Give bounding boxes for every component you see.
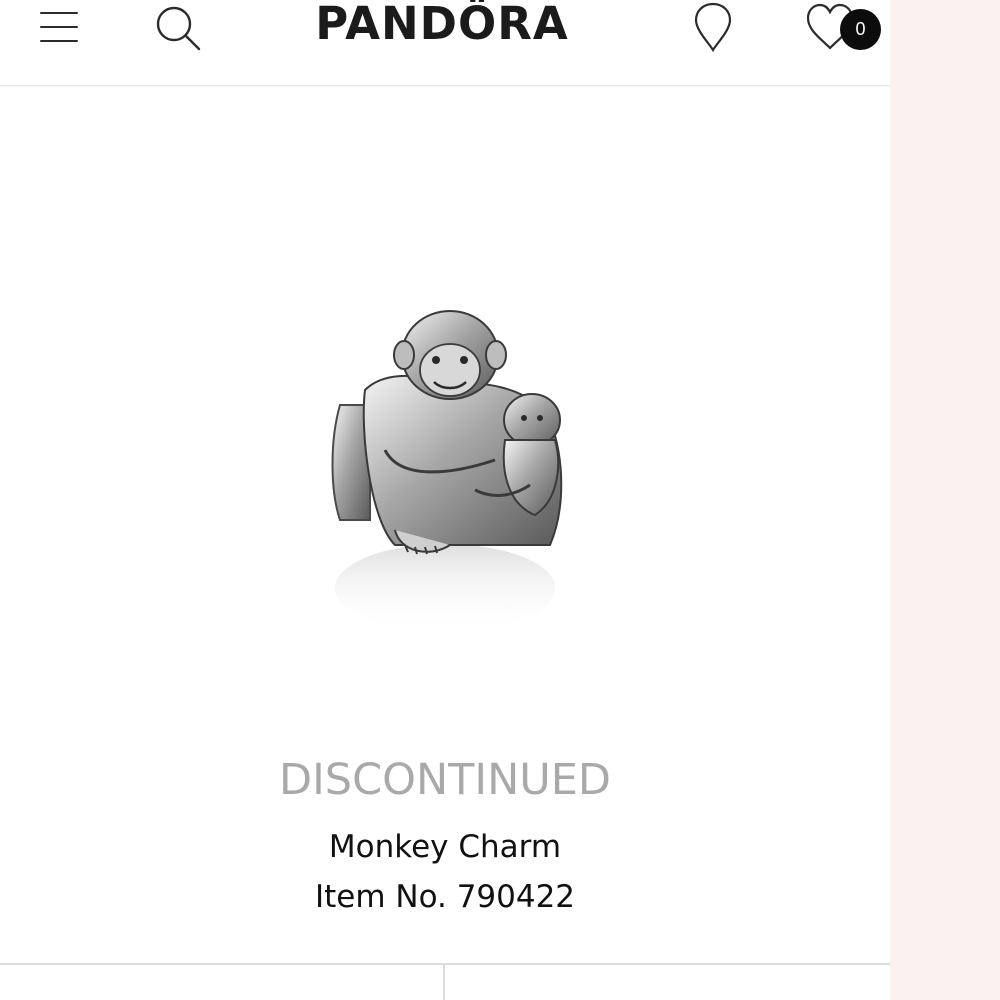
product-name: Monkey Charm: [328, 829, 562, 865]
bottom-divider-line: [0, 963, 890, 965]
site-header: PANDÖRA 0: [0, 0, 890, 86]
bottom-vertical-divider: [443, 965, 445, 1000]
wishlist-count-badge[interactable]: 0: [840, 9, 881, 50]
location-pin-icon[interactable]: [690, 0, 736, 56]
monkey-charm-image: [300, 290, 590, 650]
product-page: PANDÖRA 0 DISCONTINUED Monkey Charm Item…: [0, 0, 890, 1000]
side-panel-background: [890, 0, 1000, 1000]
hamburger-menu-icon[interactable]: [38, 10, 80, 46]
item-number: Item No. 790422: [314, 879, 576, 915]
discontinued-label: DISCONTINUED: [279, 755, 611, 805]
pandora-logo[interactable]: PANDÖRA: [314, 0, 570, 52]
search-icon[interactable]: [152, 2, 204, 54]
